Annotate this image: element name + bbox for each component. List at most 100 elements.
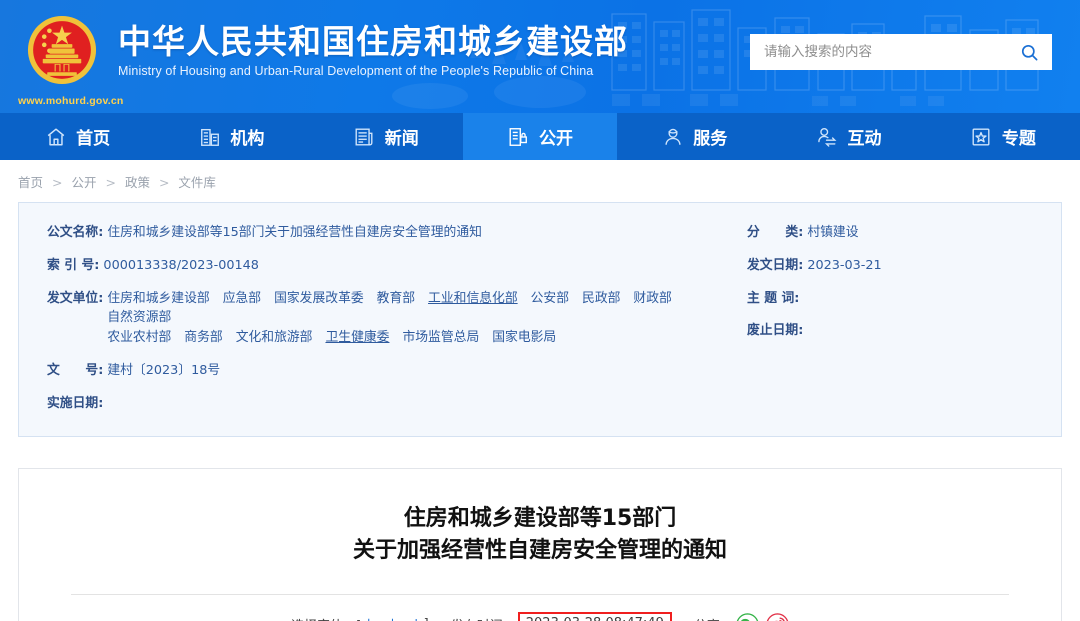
article-title: 住房和城乡建设部等15部门 关于加强经营性自建房安全管理的通知 xyxy=(49,503,1031,567)
info-row-category: 分 类: 村镇建设 xyxy=(747,223,1033,243)
issuing-unit: 国家电影局 xyxy=(492,330,557,346)
issuing-units-line-2: 农业农村部 商务部 文化和旅游部 卫生健康委 市场监管总局 国家电影局 xyxy=(107,328,737,348)
search-button[interactable] xyxy=(1016,39,1042,65)
fontsize-close-bracket: ] xyxy=(424,617,429,621)
fontsize-selector: 选择字体：[ 大 - 中 - 小 ] xyxy=(291,615,429,621)
site-url-text: www.mohurd.gov.cn xyxy=(18,94,124,107)
weibo-share-icon[interactable] xyxy=(766,613,789,621)
issuing-unit-link[interactable]: 工业和信息化部 xyxy=(428,289,518,309)
publish-time-value: 2023-03-28 08:47:49 xyxy=(517,611,672,621)
article-title-line-1: 住房和城乡建设部等15部门 xyxy=(403,505,677,531)
info-value-doc-name: 住房和城乡建设部等15部门关于加强经营性自建房安全管理的通知 xyxy=(107,225,482,240)
issuing-unit: 财政部 xyxy=(633,290,672,306)
nav-label-topic: 专题 xyxy=(1001,129,1036,149)
info-label-effective-date: 实施日期: xyxy=(47,395,104,411)
info-row-issue-date: 发文日期: 2023-03-21 xyxy=(747,256,1033,276)
fontsize-label: 选择字体：[ xyxy=(291,615,361,621)
info-row-doc-number: 文 号: 建村〔2023〕18号 xyxy=(47,361,737,381)
issuing-unit: 文化和旅游部 xyxy=(235,330,313,346)
article-divider xyxy=(71,593,1009,595)
info-row-effective-date: 实施日期: xyxy=(47,394,737,414)
open-document-icon xyxy=(507,125,530,148)
search-input[interactable] xyxy=(764,44,1016,60)
issuing-unit: 教育部 xyxy=(376,290,416,306)
issuing-units-line-1: 住房和城乡建设部 应急部 国家发展改革委 教育部 工业和信息化部 公安部 民政部 财政部自然资… xyxy=(107,289,737,329)
nav-label-open: 公开 xyxy=(538,129,573,149)
breadcrumb-item-filelibrary[interactable]: 文件库 xyxy=(178,175,216,190)
info-row-index-number: 索 引 号: 000013338/2023-00148 xyxy=(47,256,737,276)
share-label: 分享： xyxy=(694,615,733,621)
document-info-card: 公文名称: 住房和城乡建设部等15部门关于加强经营性自建房安全管理的通知 索 引… xyxy=(18,202,1062,437)
star-topic-icon xyxy=(970,125,993,148)
info-label-issue-date: 发文日期: xyxy=(747,257,804,273)
info-value-issuing-units: 住房和城乡建设部 应急部 国家发展改革委 教育部 工业和信息化部 公安部 民政部 财政部自然资… xyxy=(103,289,737,348)
nav-label-interaction: 互动 xyxy=(847,129,882,149)
fontsize-separator: - xyxy=(400,617,409,621)
home-icon xyxy=(44,125,67,148)
search-icon xyxy=(1021,44,1037,60)
nav-label-home: 首页 xyxy=(76,129,111,149)
share-group: 分享： xyxy=(694,613,789,621)
site-brand[interactable]: www.mohurd.gov.cn 中华人民共和国住房和城乡建设部 Minist… xyxy=(0,9,628,107)
wechat-share-icon[interactable] xyxy=(736,613,759,621)
info-label-doc-number: 文 号: xyxy=(47,363,104,379)
breadcrumb-item-home[interactable]: 首页 xyxy=(18,175,43,190)
issuing-unit: 市场监管总局 xyxy=(402,330,480,346)
breadcrumb: 首页 > 公开 > 政策 > 文件库 xyxy=(0,160,1080,202)
search-box[interactable] xyxy=(750,34,1052,70)
breadcrumb-separator: > xyxy=(105,175,116,190)
info-value-category: 村镇建设 xyxy=(807,225,859,240)
china-national-emblem-icon xyxy=(27,15,97,84)
nav-item-topic[interactable]: 专题 xyxy=(926,113,1080,160)
document-info-left-column: 公文名称: 住房和城乡建设部等15部门关于加强经营性自建房安全管理的通知 索 引… xyxy=(47,223,737,414)
nav-item-interaction[interactable]: 互动 xyxy=(771,113,925,160)
info-label-doc-name: 公文名称: xyxy=(47,225,104,240)
nav-item-organization[interactable]: 机构 xyxy=(154,113,308,160)
publish-time-label: 发布时间： xyxy=(451,615,516,621)
issuing-unit: 商务部 xyxy=(184,330,223,346)
main-nav: 首页 机构 新闻 公开 服务 互动 专题 xyxy=(0,113,1080,160)
info-row-repeal-date: 废止日期: xyxy=(747,321,1033,341)
site-title-cn: 中华人民共和国住房和城乡建设部 xyxy=(118,21,628,61)
site-title-en: Ministry of Housing and Urban-Rural Deve… xyxy=(118,64,594,79)
nav-label-service: 服务 xyxy=(693,129,728,149)
info-label-keywords: 主 题 词: xyxy=(747,290,800,306)
site-header: www.mohurd.gov.cn 中华人民共和国住房和城乡建设部 Minist… xyxy=(0,0,1080,113)
info-value-doc-number: 建村〔2023〕18号 xyxy=(107,363,221,379)
nav-item-home[interactable]: 首页 xyxy=(0,113,154,160)
nav-item-service[interactable]: 服务 xyxy=(617,113,771,160)
share-icon-list xyxy=(736,613,789,621)
nav-label-news: 新闻 xyxy=(384,129,419,149)
breadcrumb-item-policy[interactable]: 政策 xyxy=(125,175,150,190)
article-card: 住房和城乡建设部等15部门 关于加强经营性自建房安全管理的通知 选择字体：[ 大… xyxy=(18,467,1062,621)
issuing-unit: 国家发展改革委 xyxy=(274,290,364,306)
issuing-unit: 自然资源部 xyxy=(107,310,172,326)
info-row-doc-name: 公文名称: 住房和城乡建设部等15部门关于加强经营性自建房安全管理的通知 xyxy=(47,223,737,243)
document-info-right-column: 分 类: 村镇建设 发文日期: 2023-03-21 主 题 词: 废止日期: xyxy=(737,223,1033,414)
fontsize-large-link[interactable]: 大 xyxy=(361,615,376,621)
building-icon xyxy=(198,125,221,148)
fontsize-medium-link[interactable]: 中 xyxy=(385,615,400,621)
article-title-line-2: 关于加强经营性自建房安全管理的通知 xyxy=(352,537,727,563)
fontsize-small-link[interactable]: 小 xyxy=(409,615,424,621)
issuing-unit-link[interactable]: 卫生健康委 xyxy=(325,328,389,348)
emblem-wrapper: www.mohurd.gov.cn xyxy=(18,13,123,107)
interaction-icon xyxy=(816,125,839,148)
info-label-issuing-units: 发文单位: xyxy=(47,290,104,306)
issuing-unit: 农业农村部 xyxy=(107,330,172,346)
info-row-issuing-units: 发文单位: 住房和城乡建设部 应急部 国家发展改革委 教育部 工业和信息化部 公安部 民政部… xyxy=(47,289,737,348)
nav-item-open[interactable]: 公开 xyxy=(462,113,618,160)
article-toolbar: 选择字体：[ 大 - 中 - 小 ] 发布时间： 2023-03-28 08:4… xyxy=(49,611,1031,621)
breadcrumb-item-open[interactable]: 公开 xyxy=(71,175,96,190)
nav-label-organization: 机构 xyxy=(230,129,265,149)
publish-time-group: 发布时间： 2023-03-28 08:47:49 xyxy=(451,611,672,621)
info-value-issue-date: 2023-03-21 xyxy=(807,257,882,273)
issuing-unit: 住房和城乡建设部 xyxy=(107,290,210,306)
info-value-index-number: 000013338/2023-00148 xyxy=(103,257,259,273)
info-row-keywords: 主 题 词: xyxy=(747,289,1033,309)
nav-item-news[interactable]: 新闻 xyxy=(309,113,463,160)
fontsize-separator: - xyxy=(376,617,385,621)
newspaper-icon xyxy=(353,125,376,148)
issuing-unit: 民政部 xyxy=(582,290,621,306)
issuing-unit: 公安部 xyxy=(530,290,570,306)
